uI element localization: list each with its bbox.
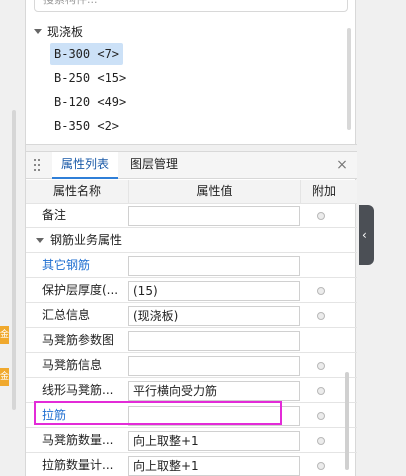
right-panel-edge: ‹ [357,0,406,476]
table-row[interactable]: 其它钢筋 [26,254,357,278]
left-badge[interactable]: 金 [0,368,9,386]
group-cell: 钢筋业务属性 [32,229,332,253]
grid-header-row: 属性名称 属性值 附加 [26,180,357,204]
left-badge[interactable]: 金 [0,326,9,344]
collapse-triangle-icon[interactable] [36,238,44,243]
table-row[interactable]: 马凳筋参数图 [26,329,357,353]
property-name: 备注 [42,208,67,222]
property-name: 马凳筋数量... [42,433,114,447]
property-name: 汇总信息 [42,308,91,322]
table-row[interactable]: 保护层厚度(... (15) [26,279,357,303]
close-icon[interactable]: × [333,155,351,175]
tree-item[interactable]: B-120 <49> [50,91,130,113]
table-row[interactable]: 拉筋 [26,404,357,428]
drag-grip-icon[interactable] [34,159,40,171]
chevron-left-icon: ‹ [362,228,367,242]
tab-layer-manager[interactable]: 图层管理 [121,152,187,179]
table-row[interactable]: 汇总信息 (现浇板) [26,304,357,328]
tab-properties[interactable]: 属性列表 [52,152,119,179]
attach-checkbox[interactable] [317,437,325,445]
table-row-group[interactable]: 钢筋业务属性 [26,229,357,253]
component-tree: 现浇板 B-300 <7> B-250 <15> B-120 <49> B-35… [26,16,357,144]
property-value-field[interactable]: (现浇板) [128,306,300,326]
group-label: 钢筋业务属性 [50,233,123,247]
tree-scrollbar[interactable] [347,28,351,130]
panel-tabbar: 属性列表 图层管理 × [26,152,357,179]
property-name: 拉筋数量计... [42,458,114,472]
expand-triangle-icon[interactable] [34,28,42,34]
table-row[interactable]: 拉筋数量计... 向上取整+1 [26,454,357,476]
property-name: 保护层厚度(... [42,283,119,297]
collapse-panel-button[interactable]: ‹ [359,205,374,265]
property-value-field[interactable]: 平行横向受力筋 [128,381,300,401]
left-scrollbar[interactable] [12,110,16,410]
table-row[interactable]: 马凳筋信息 [26,354,357,378]
table-row[interactable]: 线形马凳筋... 平行横向受力筋 [26,379,357,403]
property-name: 马凳筋信息 [42,358,103,372]
property-name: 其它钢筋 [42,258,91,272]
header-attach: 附加 [300,180,347,204]
property-name: 线形马凳筋... [42,383,114,397]
property-value-field[interactable]: (15) [128,281,300,301]
property-value-field[interactable]: 向上取整+1 [128,431,300,451]
tree-group-cast-slab[interactable]: 现浇板 [34,22,83,40]
property-value-field[interactable] [128,406,300,426]
tree-item[interactable]: B-300 <7> [50,43,124,65]
tree-group-label: 现浇板 [47,24,84,39]
property-value-field[interactable] [128,331,300,351]
attach-checkbox[interactable] [317,462,325,470]
attach-checkbox[interactable] [317,312,325,320]
property-value-field[interactable] [128,256,300,276]
property-value-field[interactable] [128,356,300,376]
tree-item[interactable]: B-250 <15> [50,67,130,89]
attach-checkbox[interactable] [317,412,325,420]
tree-item[interactable]: B-350 <2> [50,115,123,137]
property-value-field[interactable] [128,206,300,226]
header-property-name: 属性名称 [52,184,101,198]
search-input[interactable]: 搜索构件... [34,0,348,12]
table-row[interactable]: 马凳筋数量... 向上取整+1 [26,429,357,453]
property-name: 拉筋 [42,408,67,422]
table-row[interactable]: 备注 [26,204,357,228]
attach-checkbox[interactable] [317,387,325,395]
property-value-field[interactable]: 向上取整+1 [128,456,300,476]
attach-checkbox[interactable] [317,362,325,370]
property-name: 马凳筋参数图 [42,333,115,347]
left-panel-edge: 金 金 [0,0,25,476]
attach-checkbox[interactable] [317,287,325,295]
header-property-value: 属性值 [128,180,300,204]
component-panel: 搜索构件... 现浇板 B-300 <7> B-250 <15> B-120 <… [25,0,357,476]
attach-checkbox[interactable] [317,212,325,220]
grid-scrollbar[interactable] [345,372,349,470]
splitter[interactable] [26,144,357,152]
